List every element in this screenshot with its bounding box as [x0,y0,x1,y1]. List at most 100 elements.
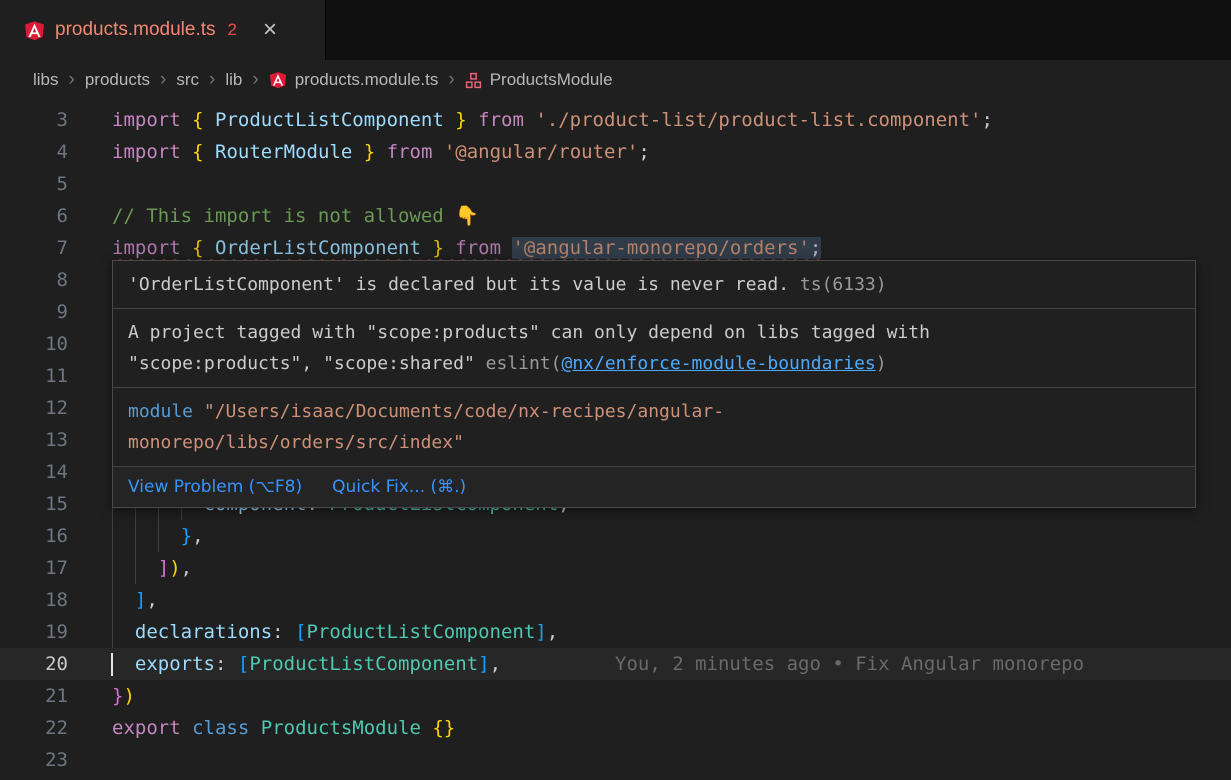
code-content: export class ProductsModule {} [112,712,455,744]
line-number[interactable]: 14 [0,456,68,488]
ts-error-code: ts(6133) [800,274,887,295]
line-number[interactable]: 10 [0,328,68,360]
code-token: [ [295,621,306,643]
breadcrumb: libs›products›src›lib›products.module.ts… [0,60,1231,100]
code-token: : [272,621,283,643]
breadcrumb-item-products-module-ts[interactable]: products.module.ts [269,70,439,90]
code-line-17[interactable]: 17]), [0,552,1231,584]
breadcrumb-label: lib [225,70,242,90]
code-token [112,653,135,675]
code-token: '@angular/router' [444,141,638,163]
eslint-source-close: ) [876,353,887,374]
code-token: RouterModule [215,141,352,163]
code-line-21[interactable]: 21}) [0,680,1231,712]
code-token [467,109,478,131]
line-number[interactable]: 12 [0,392,68,424]
view-problem-button[interactable]: View Problem (⌥F8) [128,474,302,500]
code-token: import [112,237,181,259]
code-line-20[interactable]: 20 exports: [ProductListComponent],You, … [0,648,1231,680]
editor[interactable]: 3 import { ProductListComponent } from '.… [0,100,1231,780]
code-token: , [192,525,203,547]
code-line-4[interactable]: 4import { RouterModule } from '@angular/… [0,136,1231,168]
line-number[interactable]: 5 [0,168,68,200]
code-token [204,141,215,163]
hover-module-info: module "/Users/isaac/Documents/code/nx-r… [113,388,1195,467]
code-line-5[interactable]: 5 [0,168,1231,200]
line-number[interactable]: 13 [0,424,68,456]
code-token [352,141,363,163]
code-content: import { ProductListComponent } from './… [112,104,993,136]
line-number[interactable]: 17 [0,552,68,584]
editor-tab[interactable]: products.module.ts 2 × [0,0,326,60]
code-token: ] [478,653,489,675]
breadcrumb-separator: › [160,69,166,91]
code-line-22[interactable]: 22 export class ProductsModule {} [0,712,1231,744]
code-line-6[interactable]: 6// This import is not allowed 👇 [0,200,1231,232]
line-number[interactable]: 3 [0,104,68,136]
line-number[interactable]: 9 [0,296,68,328]
tab-close-button[interactable]: × [263,18,277,42]
code-token: } [181,525,192,547]
code-token [432,141,443,163]
line-number[interactable]: 11 [0,360,68,392]
code-token: ; [981,109,992,131]
line-number[interactable]: 20 [0,648,68,680]
breadcrumb-item-products[interactable]: products [85,70,150,90]
breadcrumb-separator: › [252,69,258,91]
line-number[interactable]: 18 [0,584,68,616]
hover-ts-message: 'OrderListComponent' is declared but its… [113,261,1195,309]
line-number[interactable]: 21 [0,680,68,712]
code-token: ] [535,621,546,643]
code-token: ] [135,589,146,611]
code-line-23[interactable]: 23 [0,744,1231,776]
code-content: ]), [112,552,192,584]
code-token: export [112,717,181,739]
breadcrumb-item-productsmodule[interactable]: ProductsModule [465,70,613,90]
code-line-3[interactable]: 3 import { ProductListComponent } from '.… [0,104,1231,136]
line-number[interactable]: 8 [0,264,68,296]
code-line-19[interactable]: 19declarations: [ProductListComponent], [0,616,1231,648]
tab-bar: products.module.ts 2 × [0,0,1231,60]
angular-icon [269,70,287,90]
code-token: import [112,109,181,131]
code-line-18[interactable]: 18], [0,584,1231,616]
line-number[interactable]: 15 [0,488,68,520]
code-token [226,653,237,675]
code-token [421,237,432,259]
code-token: , [181,557,192,579]
code-token: { [192,237,203,259]
indent-guide [112,520,135,552]
indent-guide [135,552,158,584]
breadcrumb-item-src[interactable]: src [176,70,199,90]
line-number[interactable]: 19 [0,616,68,648]
code-token: } [432,237,443,259]
module-path-line2: monorepo/libs/orders/src/index" [128,427,1180,458]
line-number[interactable]: 23 [0,744,68,776]
line-number[interactable]: 4 [0,136,68,168]
code-token: { [192,109,203,131]
code-token: : [215,653,226,675]
code-token: , [146,589,157,611]
line-number[interactable]: 16 [0,520,68,552]
eslint-message-text: "scope:products", "scope:shared" [128,353,486,374]
code-token: ; [810,237,821,259]
code-token: {} [432,717,455,739]
breadcrumb-separator: › [69,69,75,91]
code-token: OrderListComponent [215,237,421,259]
line-number[interactable]: 7 [0,232,68,264]
indent-guide [112,552,135,584]
code-token [284,621,295,643]
breadcrumb-label: libs [33,70,59,90]
quick-fix-button[interactable]: Quick Fix... (⌘.) [332,474,466,500]
line-number[interactable]: 22 [0,712,68,744]
eslint-rule-link[interactable]: @nx/enforce-module-boundaries [561,353,875,374]
indent-guide [112,584,135,616]
code-line-16[interactable]: 16}, [0,520,1231,552]
code-token: ProductsModule [261,717,421,739]
code-token: ProductListComponent [249,653,478,675]
text-cursor [111,653,113,676]
angular-icon [24,19,45,42]
breadcrumb-item-lib[interactable]: lib [225,70,242,90]
line-number[interactable]: 6 [0,200,68,232]
breadcrumb-item-libs[interactable]: libs [33,70,59,90]
